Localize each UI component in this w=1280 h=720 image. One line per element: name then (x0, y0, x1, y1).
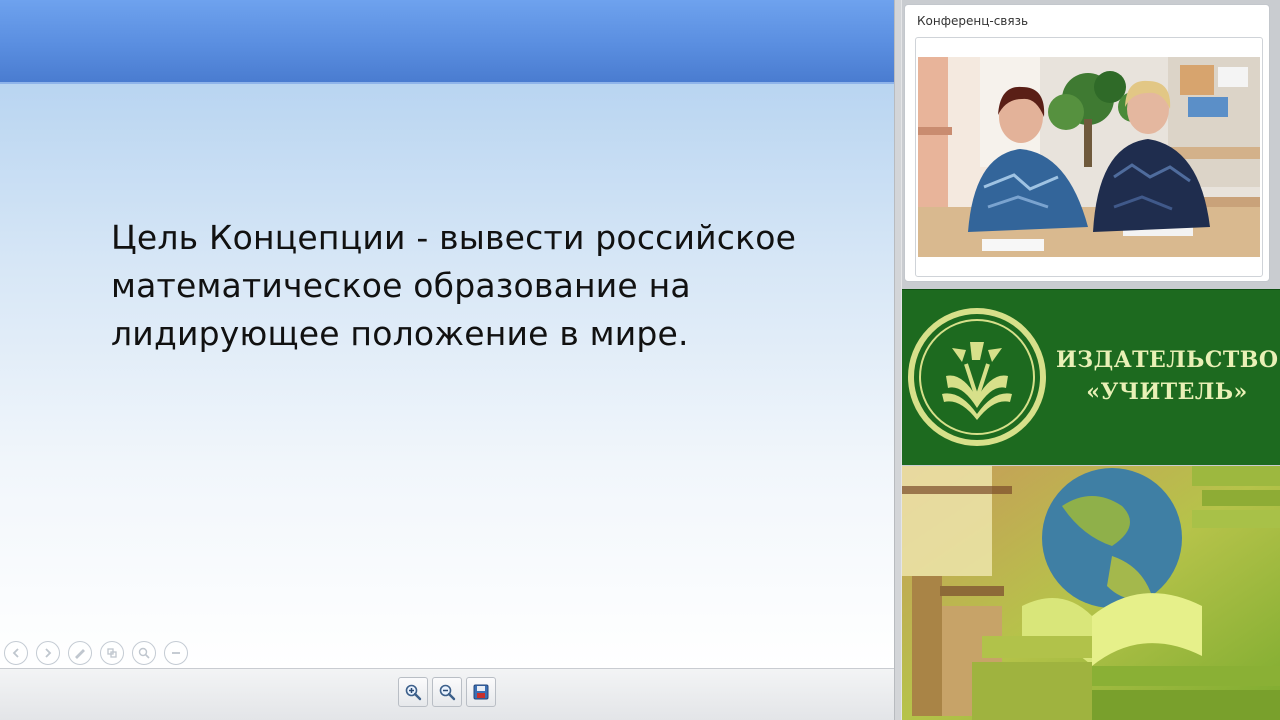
slide-body (0, 84, 894, 668)
publisher-name: ИЗДАТЕЛЬСТВО «УЧИТЕЛЬ» (1056, 344, 1278, 408)
publisher-name-line1: ИЗДАТЕЛЬСТВО (1056, 347, 1279, 373)
zoom-button[interactable] (132, 641, 156, 665)
publisher-name-line2: «УЧИТЕЛЬ» (1086, 379, 1248, 405)
pen-icon (75, 649, 85, 659)
presentation-toolbar (0, 668, 894, 720)
video-frame (915, 37, 1263, 277)
toolbar-buttons (398, 677, 496, 707)
conference-panel: Конференц-связь (904, 4, 1270, 282)
zoom-out-button[interactable] (432, 677, 462, 707)
save-icon (473, 684, 489, 700)
save-button[interactable] (466, 677, 496, 707)
slide-panel: Цель Концепции - вывести российское мате… (0, 0, 894, 668)
webinar-window: Цель Концепции - вывести российское мате… (0, 0, 1280, 720)
publisher-logo (906, 306, 1048, 448)
next-icon (45, 648, 52, 658)
zoom-in-button[interactable] (398, 677, 428, 707)
zoom-in-icon (405, 684, 422, 701)
prev-icon (12, 648, 19, 658)
slide-text: Цель Концепции - вывести российское мате… (111, 218, 797, 353)
zoom-icon (138, 647, 150, 659)
more-button[interactable] (164, 641, 188, 665)
panel-splitter[interactable] (894, 0, 902, 720)
minus-icon (172, 652, 180, 654)
video-stream[interactable] (918, 57, 1260, 257)
slides-button[interactable] (100, 641, 124, 665)
pen-button[interactable] (68, 641, 92, 665)
publisher-banner: ИЗДАТЕЛЬСТВО «УЧИТЕЛЬ» (902, 289, 1280, 465)
conference-title: Конференц-связь (917, 14, 1029, 28)
slide-header-bar (0, 0, 894, 84)
prev-slide-button[interactable] (4, 641, 28, 665)
zoom-out-icon (439, 684, 456, 701)
decorative-books-image (902, 466, 1280, 720)
next-slide-button[interactable] (36, 641, 60, 665)
video-scene (918, 57, 1260, 257)
slides-icon (107, 648, 117, 658)
slide-navigation (4, 641, 188, 665)
